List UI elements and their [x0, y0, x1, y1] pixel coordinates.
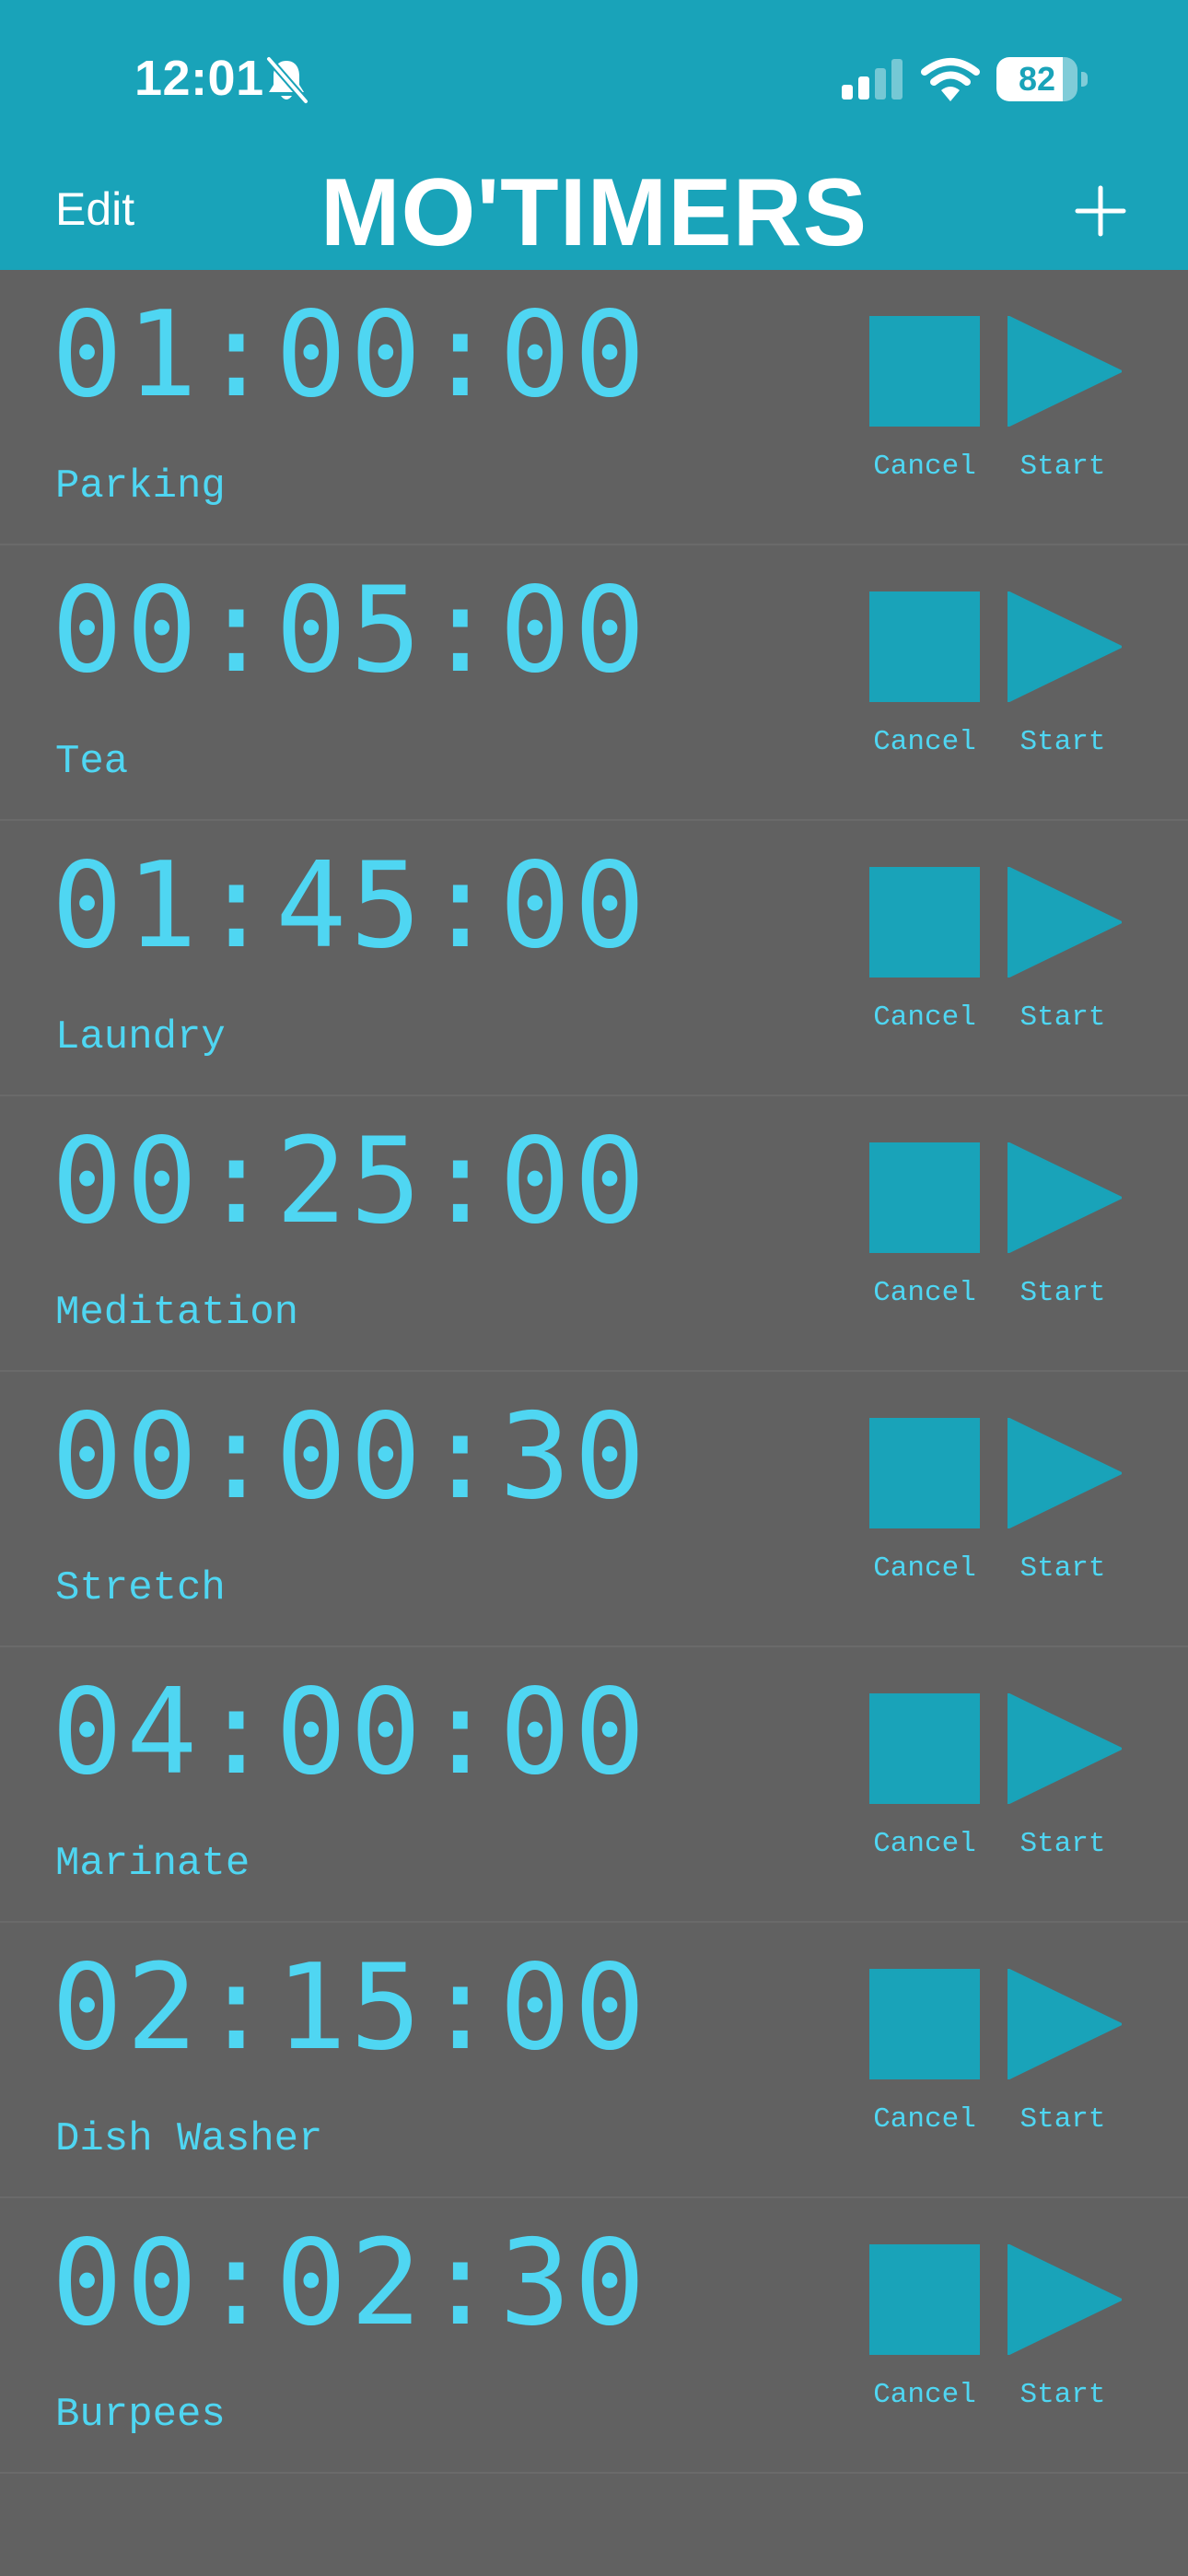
- battery-cap: [1081, 72, 1088, 87]
- start-label: Start: [1019, 1277, 1106, 1309]
- play-icon: [1007, 2244, 1122, 2355]
- timer-row: 02:15:00 Dish Washer Cancel Start: [0, 1923, 1188, 2198]
- start-label: Start: [1019, 1001, 1106, 1034]
- timer-row: 04:00:00 Marinate Cancel Start: [0, 1647, 1188, 1923]
- timer-row: 00:05:00 Tea Cancel Start: [0, 545, 1188, 821]
- start-button[interactable]: [1007, 1418, 1122, 1528]
- play-icon: [1007, 867, 1122, 978]
- cancel-label: Cancel: [873, 1552, 976, 1585]
- battery-level: 82: [1018, 60, 1056, 98]
- timer-display: 00:00:30: [52, 1388, 649, 1526]
- cancel-label: Cancel: [873, 2103, 976, 2136]
- start-label: Start: [1019, 1552, 1106, 1585]
- start-button[interactable]: [1007, 591, 1122, 702]
- timer-name: Dish Washer: [55, 2116, 323, 2162]
- start-button[interactable]: [1007, 1969, 1122, 2079]
- cancel-label: Cancel: [873, 726, 976, 758]
- cancel-label: Cancel: [873, 1001, 976, 1034]
- battery-body: 82: [996, 57, 1077, 101]
- timer-display: 04:00:00: [52, 1664, 649, 1801]
- timer-name: Burpees: [55, 2392, 226, 2438]
- cancel-label: Cancel: [873, 451, 976, 483]
- start-label: Start: [1019, 1828, 1106, 1860]
- timer-row: 00:00:30 Stretch Cancel Start: [0, 1372, 1188, 1647]
- cancel-button[interactable]: [869, 1142, 980, 1253]
- play-icon: [1007, 1693, 1122, 1804]
- cancel-label: Cancel: [873, 2379, 976, 2411]
- cancel-button[interactable]: [869, 591, 980, 702]
- wifi-icon: [921, 58, 980, 101]
- timer-display: 02:15:00: [52, 1939, 649, 2077]
- cancel-button[interactable]: [869, 867, 980, 978]
- start-button[interactable]: [1007, 1693, 1122, 1804]
- status-time: 12:01: [134, 51, 264, 106]
- play-icon: [1007, 1969, 1122, 2079]
- cancel-button[interactable]: [869, 316, 980, 427]
- cancel-label: Cancel: [873, 1828, 976, 1860]
- timer-name: Tea: [55, 739, 129, 785]
- timer-display: 00:02:30: [52, 2215, 649, 2352]
- timer-name: Meditation: [55, 1290, 299, 1336]
- timer-name: Stretch: [55, 1565, 226, 1611]
- play-icon: [1007, 316, 1122, 427]
- timer-display: 00:25:00: [52, 1113, 649, 1250]
- cancel-label: Cancel: [873, 1277, 976, 1309]
- timer-list: 01:00:00 Parking Cancel Start 00:05:00 T…: [0, 270, 1188, 2474]
- battery-icon: 82: [996, 57, 1089, 101]
- cancel-button[interactable]: [869, 1418, 980, 1528]
- start-button[interactable]: [1007, 867, 1122, 978]
- timer-name: Parking: [55, 463, 226, 509]
- play-icon: [1007, 591, 1122, 702]
- plus-icon[interactable]: [1074, 184, 1127, 238]
- status-bar: 12:01 82: [0, 0, 1188, 155]
- start-label: Start: [1019, 451, 1106, 483]
- start-button[interactable]: [1007, 1142, 1122, 1253]
- cancel-button[interactable]: [869, 2244, 980, 2355]
- timer-name: Laundry: [55, 1014, 226, 1060]
- nav-bar: Edit MO'TIMERS: [0, 155, 1188, 270]
- timer-display: 00:05:00: [52, 562, 649, 699]
- bell-slash-icon: [265, 56, 309, 104]
- start-label: Start: [1019, 2103, 1106, 2136]
- app-title: MO'TIMERS: [320, 159, 868, 266]
- cellular-signal-icon: [842, 59, 903, 100]
- play-icon: [1007, 1142, 1122, 1253]
- timer-row: 01:45:00 Laundry Cancel Start: [0, 821, 1188, 1096]
- timer-name: Marinate: [55, 1841, 250, 1887]
- timer-row: 00:02:30 Burpees Cancel Start: [0, 2198, 1188, 2474]
- timer-row: 01:00:00 Parking Cancel Start: [0, 270, 1188, 545]
- cancel-button[interactable]: [869, 1693, 980, 1804]
- start-button[interactable]: [1007, 316, 1122, 427]
- timer-display: 01:00:00: [52, 287, 649, 424]
- start-label: Start: [1019, 2379, 1106, 2411]
- play-icon: [1007, 1418, 1122, 1528]
- start-button[interactable]: [1007, 2244, 1122, 2355]
- start-label: Start: [1019, 726, 1106, 758]
- cancel-button[interactable]: [869, 1969, 980, 2079]
- timer-display: 01:45:00: [52, 837, 649, 975]
- timer-row: 00:25:00 Meditation Cancel Start: [0, 1096, 1188, 1372]
